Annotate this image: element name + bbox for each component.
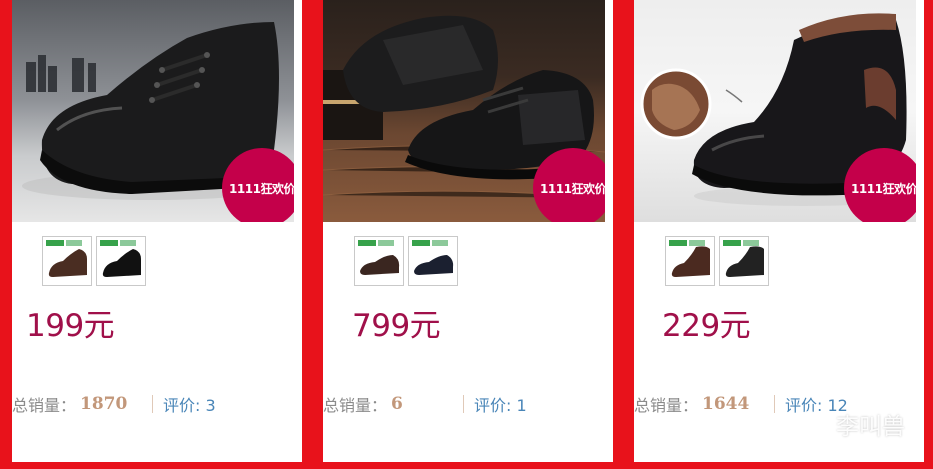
sales-count: 6: [391, 394, 403, 414]
thumbnail-brown[interactable]: [354, 236, 404, 286]
brand-tag-icon: [669, 240, 687, 246]
promo-badge: 1111狂欢价: [222, 148, 294, 222]
thumbnail-brown[interactable]: [665, 236, 715, 286]
brand-tag-icon: [743, 240, 759, 246]
thumbnail-list: [354, 236, 458, 286]
sales-label: 总销量：: [12, 396, 77, 415]
brand-tag-icon: [432, 240, 448, 246]
brand-tag-icon: [46, 240, 64, 246]
product-stats: 总销量： 6 评价: 1: [323, 392, 527, 416]
sales-label: 总销量：: [634, 396, 699, 415]
product-price: 229元: [662, 308, 751, 344]
product-price: 799元: [352, 308, 441, 344]
product-stats: 总销量： 1870 评价: 3: [12, 392, 216, 416]
product-image[interactable]: 1111狂欢价: [634, 0, 916, 222]
product-price: 199元: [26, 308, 115, 344]
wechat-icon: [797, 411, 828, 437]
thumbnail-list: [42, 236, 146, 286]
divider: [774, 395, 776, 413]
sales-count: 1870: [80, 394, 128, 414]
divider: [152, 395, 154, 413]
brand-tag-icon: [66, 240, 82, 246]
product-image[interactable]: 1111狂欢价: [12, 0, 294, 222]
brand-tag-icon: [412, 240, 430, 246]
sales-count: 1644: [702, 394, 750, 414]
brand-tag-icon: [723, 240, 741, 246]
product-card[interactable]: 1111狂欢价 799元 总销量： 6 评价: 1: [323, 0, 613, 462]
review-link[interactable]: 评价: 1: [474, 392, 527, 416]
thumbnail-brown[interactable]: [42, 236, 92, 286]
brand-tag-icon: [120, 240, 136, 246]
thumbnail-black[interactable]: [96, 236, 146, 286]
watermark-text: 李叫兽: [836, 414, 905, 440]
brand-tag-icon: [358, 240, 376, 246]
promo-badge: 1111狂欢价: [533, 148, 605, 222]
brand-tag-icon: [378, 240, 394, 246]
watermark: 李叫兽: [796, 407, 905, 441]
thumbnail-list: [665, 236, 769, 286]
product-card[interactable]: 1111狂欢价 229元 总销量： 1644 评价: 12: [634, 0, 924, 462]
divider: [463, 395, 465, 413]
review-link[interactable]: 评价: 3: [163, 392, 216, 416]
brand-tag-icon: [689, 240, 705, 246]
brand-tag-icon: [100, 240, 118, 246]
sales-label: 总销量：: [323, 396, 388, 415]
thumbnail-black[interactable]: [408, 236, 458, 286]
product-card[interactable]: 1111狂欢价 199元 总销量： 1870 评价: 3: [12, 0, 302, 462]
promo-badge: 1111狂欢价: [844, 148, 916, 222]
thumbnail-black[interactable]: [719, 236, 769, 286]
product-image[interactable]: 1111狂欢价: [323, 0, 605, 222]
